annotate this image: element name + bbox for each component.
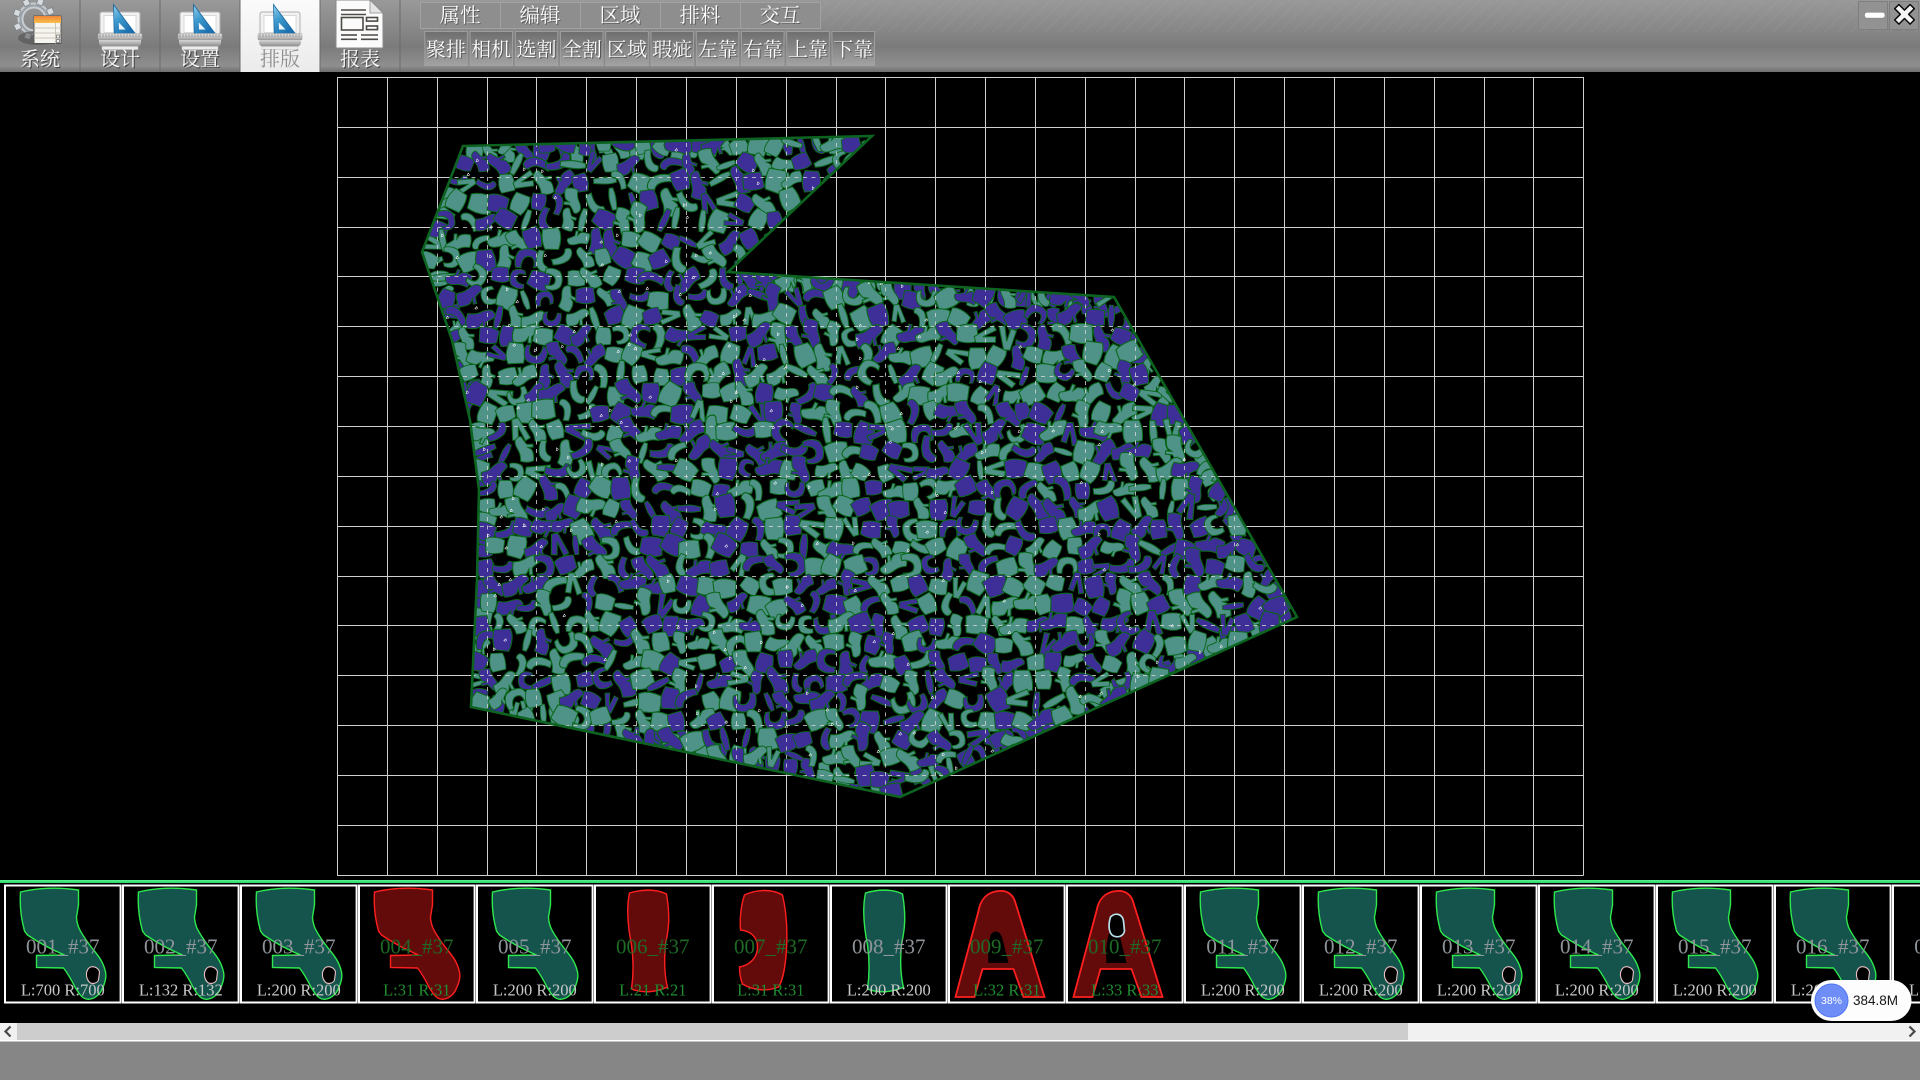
svg-text:011_#37: 011_#37 [1206, 935, 1279, 959]
svg-text:014_#37: 014_#37 [1560, 935, 1634, 959]
svg-text:017_#37: 017_#37 [1914, 935, 1920, 959]
svg-text:L:200 R:200: L:200 R:200 [1319, 981, 1403, 1000]
svg-text:015_#37: 015_#37 [1678, 935, 1752, 959]
svg-text:L:31 R:31: L:31 R:31 [383, 981, 450, 1000]
svg-text:008_#37: 008_#37 [852, 935, 926, 959]
svg-text:007_#37: 007_#37 [734, 935, 808, 959]
svg-text:010_#37: 010_#37 [1088, 935, 1162, 959]
svg-text:L:200 R:200: L:200 R:200 [257, 981, 341, 1000]
svg-text:L:200 R:200: L:200 R:200 [1673, 981, 1757, 1000]
svg-text:L:200 R:200: L:200 R:200 [847, 981, 931, 1000]
svg-text:L:200 R:200: L:200 R:200 [493, 981, 577, 1000]
svg-text:009_#37: 009_#37 [970, 935, 1044, 959]
svg-text:004_#37: 004_#37 [380, 935, 454, 959]
svg-text:L:200 R:200: L:200 R:200 [1555, 981, 1639, 1000]
svg-text:016_#37: 016_#37 [1796, 935, 1870, 959]
svg-text:002_#37: 002_#37 [144, 935, 218, 959]
svg-text:012_#37: 012_#37 [1324, 935, 1398, 959]
svg-text:L:21 R:21: L:21 R:21 [619, 981, 686, 1000]
svg-text:L:200 R:200: L:200 R:200 [1201, 981, 1285, 1000]
svg-text:384.8M: 384.8M [1853, 993, 1898, 1008]
svg-text:001_#37: 001_#37 [26, 935, 100, 959]
svg-text:L:33 R:33: L:33 R:33 [1091, 981, 1158, 1000]
svg-text:L:200 R:200: L:200 R:200 [1437, 981, 1521, 1000]
svg-text:006_#37: 006_#37 [616, 935, 690, 959]
svg-text:L:31 R:31: L:31 R:31 [737, 981, 804, 1000]
svg-text:L:700 R:700: L:700 R:700 [21, 981, 105, 1000]
svg-text:013_#37: 013_#37 [1442, 935, 1516, 959]
svg-text:38%: 38% [1821, 995, 1842, 1007]
svg-text:L:32 R:31: L:32 R:31 [973, 981, 1040, 1000]
svg-text:L:132 R:132: L:132 R:132 [139, 981, 223, 1000]
svg-text:005_#37: 005_#37 [498, 935, 572, 959]
svg-text:003_#37: 003_#37 [262, 935, 336, 959]
